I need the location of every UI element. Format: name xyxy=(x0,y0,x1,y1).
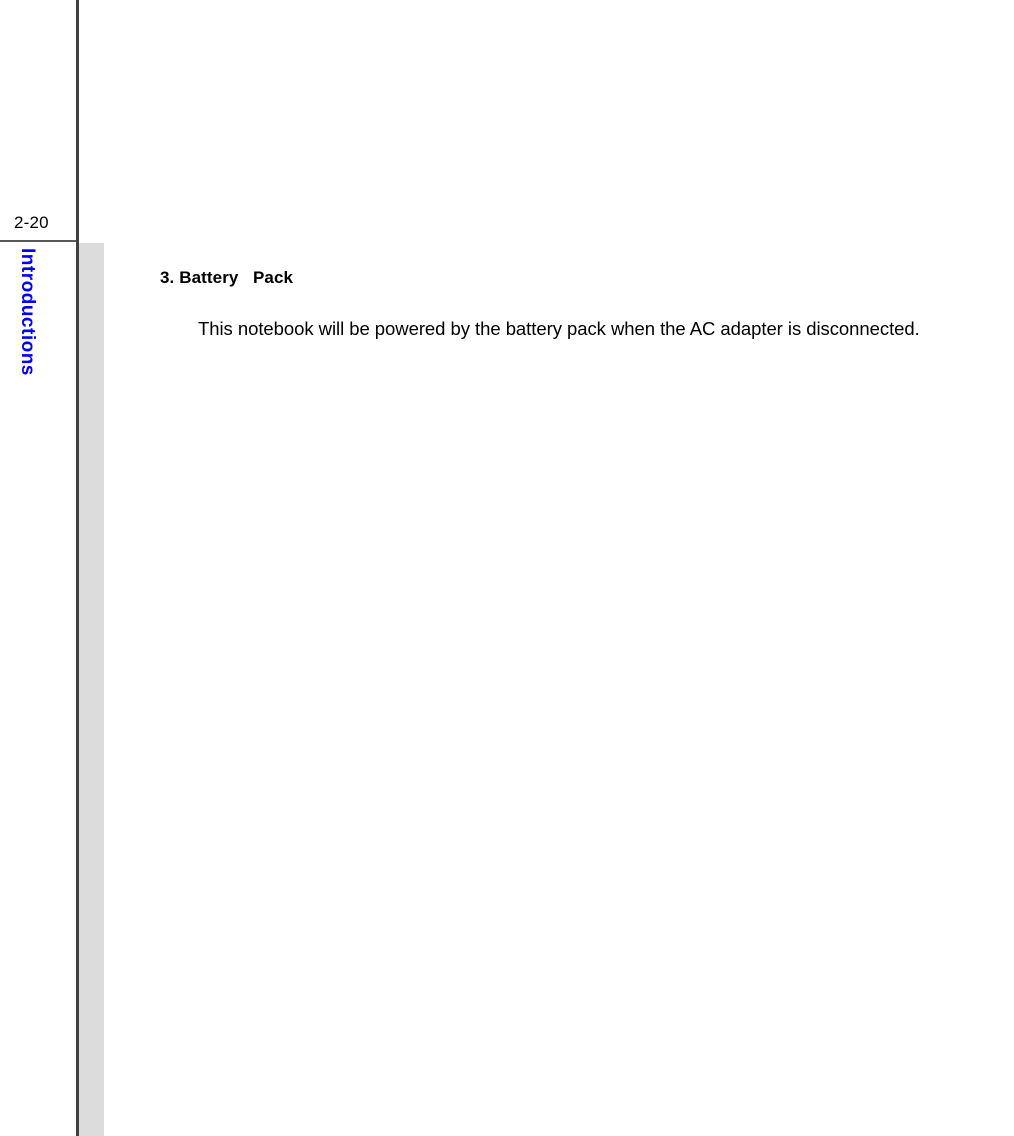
page-number: 2-20 xyxy=(14,213,49,232)
manual-page: 2-20 Introductions 3. Battery Pack This … xyxy=(0,0,1014,1136)
chapter-gray-band xyxy=(79,243,104,1136)
section-body-paragraph: This notebook will be powered by the bat… xyxy=(198,317,920,339)
section-heading: 3. Battery Pack xyxy=(160,268,294,288)
chapter-tab-label: Introductions xyxy=(17,248,38,376)
content-column: 3. Battery Pack This notebook will be po… xyxy=(104,0,1014,1136)
page-number-underline xyxy=(0,240,76,242)
chapter-tab: Introductions xyxy=(0,248,76,428)
